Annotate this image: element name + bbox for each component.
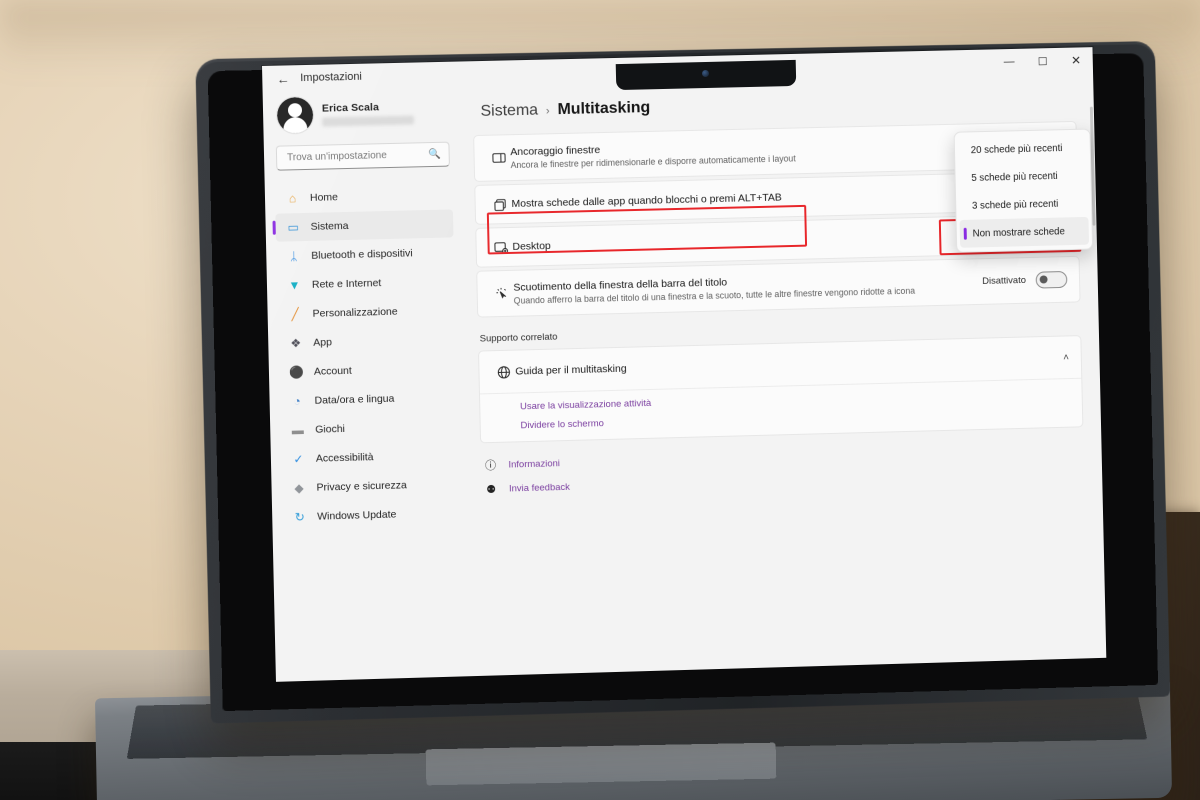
dropdown-option-1[interactable]: 5 schede più recenti xyxy=(958,161,1088,192)
sidebar-item-bluetooth-e-dispositivi[interactable]: ᛦ Bluetooth e dispositivi xyxy=(276,238,454,270)
sidebar: Erica Scala 🔍 ⌂ Home ▭ Sistema ᛦ Bluetooth e … xyxy=(262,87,472,682)
sidebar-item-label: Giochi xyxy=(315,422,346,436)
support-card: Guida per il multitasking ˄ Usare la vis… xyxy=(478,335,1084,444)
sidebar-nav: ⌂ Home ▭ Sistema ᛦ Bluetooth e dispositivi ▼ Re… xyxy=(275,180,460,531)
setting-control: Disattivato xyxy=(982,270,1068,290)
account-name: Erica Scala xyxy=(321,101,380,115)
footer-link-label: Invia feedback xyxy=(508,481,571,495)
toggle-label: Disattivato xyxy=(982,274,1027,287)
page-title: Multitasking xyxy=(557,99,651,119)
window-controls: — ☐ ✕ xyxy=(992,47,1093,75)
sidebar-item-label: Personalizzazione xyxy=(312,305,398,320)
paintbrush-icon: ╱ xyxy=(291,307,299,322)
gamepad-icon: ▬ xyxy=(291,423,304,438)
dropdown-option-3[interactable]: Non mostrare schede xyxy=(959,216,1090,248)
tabs-dropdown-flyout[interactable]: 20 schede più recenti 5 schede più recent… xyxy=(953,128,1094,253)
sidebar-item-home[interactable]: ⌂ Home xyxy=(275,180,453,212)
sidebar-item-accessibilit[interactable]: ✓ Accessibilità xyxy=(281,441,459,474)
shake-window-toggle[interactable] xyxy=(1035,270,1068,289)
sidebar-item-label: Rete e Internet xyxy=(311,277,382,291)
sidebar-item-label: Sistema xyxy=(310,219,349,233)
sidebar-item-giochi[interactable]: ▬ Giochi xyxy=(280,412,458,445)
tabs-stack-icon xyxy=(487,197,511,213)
wifi-icon: ▼ xyxy=(288,278,301,293)
sidebar-item-data-ora-e-lingua[interactable]: ◔ Data/ora e lingua xyxy=(279,383,457,416)
window-body: Erica Scala 🔍 ⌂ Home ▭ Sistema ᛦ Bluetooth e … xyxy=(262,72,1107,682)
shake-window-icon xyxy=(489,286,513,302)
close-button[interactable]: ✕ xyxy=(1059,47,1093,74)
maximize-button[interactable]: ☐ xyxy=(1026,48,1060,75)
chevron-up-icon[interactable]: ˄ xyxy=(1063,352,1069,363)
breadcrumb-parent[interactable]: Sistema xyxy=(480,102,538,121)
sidebar-item-label: Accessibilità xyxy=(315,451,374,465)
dropdown-option-2[interactable]: 3 schede più recenti xyxy=(959,189,1089,220)
minimize-button[interactable]: — xyxy=(992,49,1026,76)
sidebar-item-sistema[interactable]: ▭ Sistema xyxy=(275,209,454,242)
breadcrumb: Sistema › Multitasking xyxy=(480,89,1076,121)
sidebar-item-app[interactable]: ❖ App xyxy=(278,325,456,357)
search-box[interactable]: 🔍 xyxy=(275,141,450,171)
apps-grid-icon: ❖ xyxy=(290,336,302,351)
sidebar-item-rete-e-internet[interactable]: ▼ Rete e Internet xyxy=(277,267,455,299)
sidebar-item-windows-update[interactable]: ↻ Windows Update xyxy=(282,499,460,532)
account-block[interactable]: Erica Scala xyxy=(273,88,452,144)
sidebar-item-account[interactable]: ⚫ Account xyxy=(279,354,457,387)
sidebar-item-label: Account xyxy=(313,364,352,378)
avatar xyxy=(276,96,314,134)
laptop-screen: ← Impostazioni — ☐ ✕ Erica Scala Trova u… xyxy=(262,47,1107,682)
accessibility-person-icon: ✓ xyxy=(293,452,304,467)
bluetooth-icon: ᛦ xyxy=(290,249,298,264)
footer-link-label: Informazioni xyxy=(508,457,561,471)
globe-help-icon xyxy=(491,364,515,380)
sidebar-item-personalizzazione[interactable]: ╱ Personalizzazione xyxy=(277,296,455,328)
shield-icon: ◆ xyxy=(294,481,304,496)
settings-window: ← Impostazioni — ☐ ✕ Erica Scala Trova u… xyxy=(262,47,1107,682)
sidebar-item-label: Data/ora e lingua xyxy=(314,392,395,407)
info-lock-icon: ⓘ xyxy=(484,459,497,473)
dropdown-option-label: Non mostrare schede xyxy=(972,225,1065,240)
sidebar-item-label: Windows Update xyxy=(317,508,397,523)
main-content: Sistema › Multitasking Ancoraggio finest… xyxy=(458,72,1107,677)
dropdown-option-label: 20 schede più recenti xyxy=(970,142,1063,156)
footer-link[interactable]: ⚉ Invia feedback xyxy=(483,467,1085,496)
breadcrumb-separator: › xyxy=(545,105,550,118)
app-title: Impostazioni xyxy=(300,70,363,85)
account-person-icon: ⚫ xyxy=(288,365,305,380)
clock-globe-icon: ◔ xyxy=(293,394,301,409)
desktop-add-icon xyxy=(488,239,512,255)
setting-title: Mostra schede dalle app quando blocchi o… xyxy=(511,191,782,210)
home-icon: ⌂ xyxy=(288,191,297,206)
search-icon: 🔍 xyxy=(428,148,441,161)
laptop-trackpad xyxy=(425,742,777,786)
footer-links: ⓘ Informazioni ⚉ Invia feedback xyxy=(482,441,1084,496)
feedback-person-icon: ⚉ xyxy=(486,483,497,497)
sidebar-item-label: App xyxy=(313,336,333,349)
sidebar-item-label: Home xyxy=(309,191,339,204)
dropdown-option-label: 5 schede più recenti xyxy=(971,170,1058,184)
sidebar-item-label: Privacy e sicurezza xyxy=(316,479,407,494)
setting-title: Desktop xyxy=(512,239,551,253)
snap-windows-icon xyxy=(486,150,510,166)
account-email-redacted xyxy=(322,115,415,127)
dropdown-option-0[interactable]: 20 schede più recenti xyxy=(958,134,1088,165)
webcam-icon xyxy=(702,70,709,77)
sidebar-item-privacy-e-sicurezza[interactable]: ◆ Privacy e sicurezza xyxy=(281,470,459,503)
support-card-title: Guida per il multitasking xyxy=(515,362,627,378)
update-refresh-icon: ↻ xyxy=(294,510,305,525)
back-arrow-icon[interactable]: ← xyxy=(268,67,298,90)
dropdown-option-label: 3 schede più recenti xyxy=(971,198,1059,212)
search-input[interactable] xyxy=(284,148,429,165)
sidebar-item-label: Bluetooth e dispositivi xyxy=(311,247,413,262)
system-monitor-icon: ▭ xyxy=(287,220,299,235)
